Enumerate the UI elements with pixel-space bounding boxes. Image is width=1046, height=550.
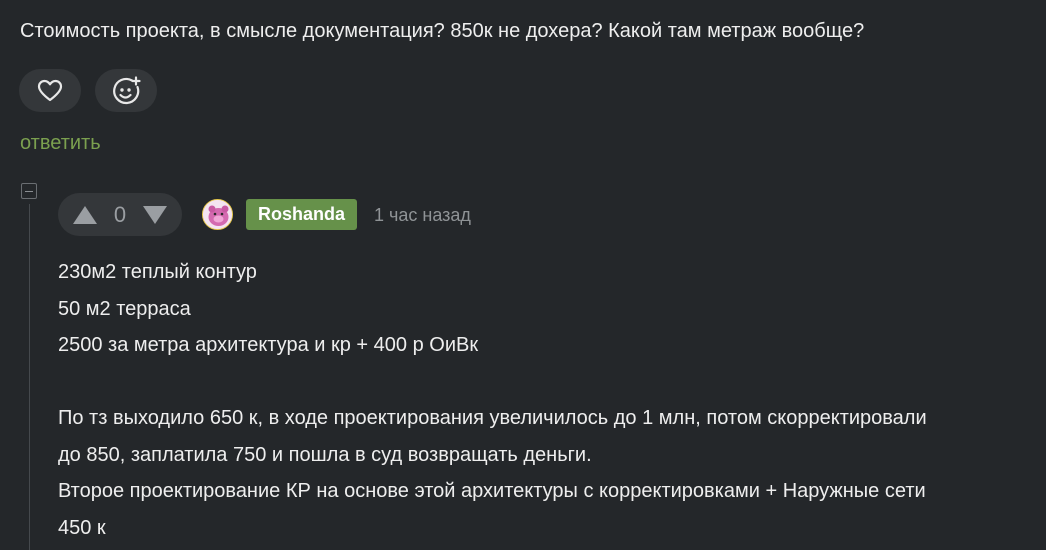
like-button[interactable] [19,69,81,112]
comment-thread: Стоимость проекта, в смысле документация… [0,0,1046,550]
add-reaction-button[interactable] [95,69,157,112]
user-avatar[interactable] [202,199,233,230]
comment-line: до 850, заплатила 750 и пошла в суд возв… [58,443,592,466]
comment-line: Второе проектирование КР на основе этой … [58,480,926,502]
triangle-up-icon[interactable] [72,205,98,225]
comment-line: 2500 за метра архитектура и кр + 400 р О… [58,334,479,356]
vote-widget: 0 [58,193,182,236]
comment-body: 230м2 теплый контур 50 м2 терраса 2500 з… [58,254,1033,546]
triangle-down-icon[interactable] [142,205,168,225]
comment-line: По тз выходило 650 к, в ходе проектирова… [58,407,927,429]
heart-icon [37,79,63,101]
vote-count: 0 [113,202,127,227]
smiley-plus-icon [113,75,141,104]
comment-timestamp[interactable]: 1 час назад [374,203,471,227]
comment-line: 50 м2 терраса [58,297,191,320]
thread-line[interactable] [29,204,30,550]
username-badge[interactable]: Roshanda [246,199,358,230]
comment-line: 450 к [58,516,106,539]
reply-link[interactable]: ответить [20,131,101,155]
paragraph-break [58,364,1033,401]
collapse-thread-button[interactable] [21,183,37,199]
avatar-image [203,200,232,229]
comment-line: 230м2 теплый контур [58,261,257,283]
parent-comment-text: Стоимость проекта, в смысле документация… [20,20,865,42]
